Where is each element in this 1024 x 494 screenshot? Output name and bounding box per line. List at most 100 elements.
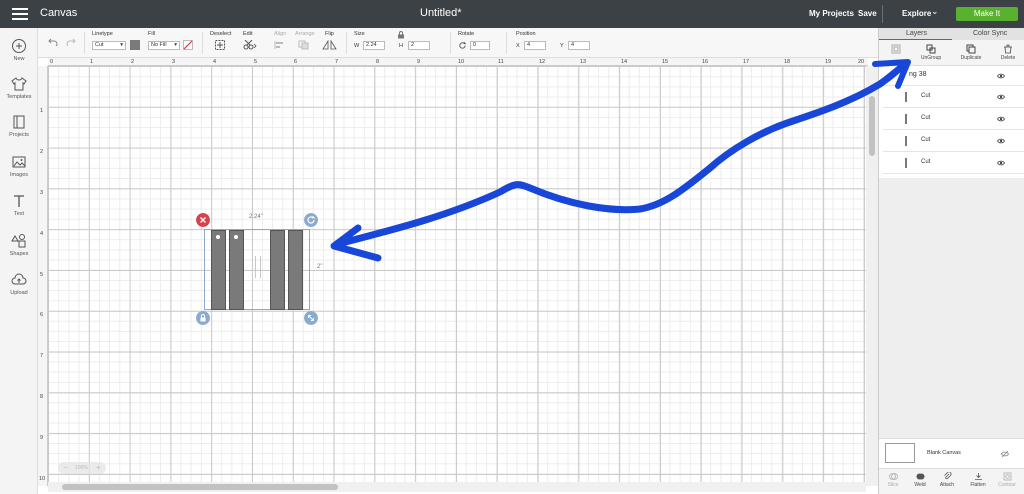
undo-icon[interactable]	[48, 38, 58, 46]
ruler-vertical: 1 2 3 4 5 6 7 8 9 10	[38, 66, 48, 486]
sidebar-item-templates[interactable]: Templates	[0, 76, 38, 100]
group-icon	[891, 44, 901, 54]
design-canvas[interactable]: 0 1 2 3 4 5 6 7 8 9 10 11 12 13 14 15 16…	[38, 58, 878, 494]
edit-toolbar: Linetype Cut ▾ Fill No Fill ▾ Deselect Edi…	[38, 28, 878, 58]
flip-icon[interactable]	[322, 40, 338, 50]
ruler-tick-label: 9	[40, 435, 44, 441]
scissors-icon[interactable]	[243, 40, 257, 50]
make-it-button[interactable]: Make It	[956, 7, 1018, 21]
delete-button[interactable]: Delete	[993, 44, 1023, 61]
width-input[interactable]: 2.24	[363, 41, 385, 50]
layer-tool-label: Duplicate	[960, 55, 982, 61]
divider	[84, 32, 85, 54]
eye-icon[interactable]	[997, 115, 1005, 123]
my-projects-link[interactable]: My Projects	[809, 9, 854, 18]
lock-handle-icon[interactable]	[196, 311, 210, 325]
sidebar-item-label: Templates	[6, 94, 32, 100]
rotate-handle-icon[interactable]	[304, 213, 318, 227]
sidebar-item-shapes[interactable]: Shapes	[0, 233, 38, 257]
ruler-tick-label: 5	[40, 272, 44, 278]
sidebar-item-new[interactable]: New	[0, 38, 38, 62]
canvas-grid[interactable]	[48, 66, 866, 486]
save-link[interactable]: Save	[858, 9, 877, 18]
tool-label: Attach	[939, 482, 955, 488]
eye-icon[interactable]	[997, 72, 1005, 80]
layer-row[interactable]: Cut	[883, 130, 1024, 152]
ruler-tick-label: 8	[376, 59, 380, 65]
combine-tools-bar: Slice Weld Attach Flatten Contour	[879, 468, 1024, 494]
horizontal-scrollbar[interactable]	[48, 482, 866, 492]
sidebar-item-label: Text	[13, 211, 25, 217]
redo-icon[interactable]	[66, 38, 76, 46]
ruler-tick-label: 19	[825, 59, 832, 65]
deselect-icon[interactable]	[215, 40, 225, 50]
selection-center-mark	[255, 256, 261, 278]
design-bar-shape[interactable]	[270, 230, 285, 310]
align-icon[interactable]	[274, 40, 288, 50]
sidebar-item-images[interactable]: Images	[0, 154, 38, 178]
vertical-scrollbar[interactable]	[866, 66, 878, 486]
divider	[882, 5, 883, 23]
document-title[interactable]: Untitled*	[420, 7, 462, 19]
sidebar-item-text[interactable]: Text	[0, 193, 38, 217]
layer-group-row[interactable]: ng 38	[879, 66, 1024, 86]
zoom-out-button[interactable]: −	[63, 463, 68, 472]
ruler-tick-label: 16	[702, 59, 709, 65]
linetype-color-swatch[interactable]	[130, 40, 140, 50]
design-bar-shape[interactable]	[288, 230, 303, 310]
delete-handle-icon[interactable]	[196, 213, 210, 227]
eye-icon[interactable]	[997, 137, 1005, 145]
projects-icon	[13, 115, 25, 129]
layers-list: ng 38 Cut Cut Cut Cut	[879, 66, 1024, 178]
blank-canvas-row[interactable]: Blank Canvas	[879, 438, 1024, 468]
height-input[interactable]: 2	[408, 41, 430, 50]
divider	[202, 32, 203, 54]
tab-layers[interactable]: Layers	[906, 30, 927, 37]
scrollbar-thumb[interactable]	[869, 96, 875, 156]
resize-handle-icon[interactable]	[304, 311, 318, 325]
zoom-in-button[interactable]: +	[96, 463, 101, 472]
ruler-tick-label: 0	[50, 59, 54, 65]
layer-row[interactable]: Cut	[883, 86, 1024, 108]
group-button[interactable]	[881, 44, 911, 55]
flip-label: Flip	[325, 31, 334, 37]
eye-icon[interactable]	[997, 93, 1005, 101]
sidebar-item-projects[interactable]: Projects	[0, 114, 38, 138]
layer-row[interactable]: Cut	[883, 152, 1024, 174]
layer-color-swatch	[905, 136, 907, 146]
edit-label: Edit	[243, 31, 253, 37]
zoom-level: 100%	[75, 465, 88, 471]
slice-button[interactable]: Slice	[881, 472, 905, 488]
chevron-down-icon[interactable]: ⌄	[931, 6, 939, 17]
fill-select[interactable]: No Fill ▾	[148, 41, 180, 50]
x-position-input[interactable]: 4	[524, 41, 546, 50]
design-bar-shape[interactable]	[229, 230, 244, 310]
attach-button[interactable]: Attach	[935, 472, 959, 488]
scrollbar-thumb[interactable]	[62, 484, 338, 490]
y-position-input[interactable]: 4	[568, 41, 590, 50]
rotate-input[interactable]: 0	[470, 41, 490, 50]
sidebar-item-upload[interactable]: Upload	[0, 272, 38, 296]
arrange-icon[interactable]	[298, 40, 312, 50]
contour-button[interactable]: Contour	[995, 472, 1019, 488]
layer-color-swatch	[905, 158, 907, 168]
explore-menu[interactable]: Explore	[902, 9, 931, 18]
layer-row[interactable]: Cut	[883, 108, 1024, 130]
weld-button[interactable]: Weld	[908, 472, 932, 488]
width-label: W	[354, 43, 360, 49]
design-bar-shape[interactable]	[211, 230, 226, 310]
duplicate-button[interactable]: Duplicate	[956, 44, 986, 61]
divider	[506, 32, 507, 54]
flatten-button[interactable]: Flatten	[966, 472, 990, 488]
ungroup-button[interactable]: UnGroup	[916, 44, 946, 61]
eye-icon[interactable]	[997, 159, 1005, 167]
linetype-select[interactable]: Cut ▾	[92, 41, 126, 50]
eye-hidden-icon[interactable]	[1001, 450, 1009, 458]
tab-color-sync[interactable]: Color Sync	[973, 30, 1007, 37]
no-fill-swatch-icon[interactable]	[183, 40, 193, 50]
plus-circle-icon	[12, 39, 26, 53]
hamburger-menu-icon[interactable]	[12, 8, 28, 20]
lock-icon[interactable]	[397, 31, 405, 39]
hole-dot	[234, 235, 238, 239]
trash-icon	[1004, 44, 1012, 54]
